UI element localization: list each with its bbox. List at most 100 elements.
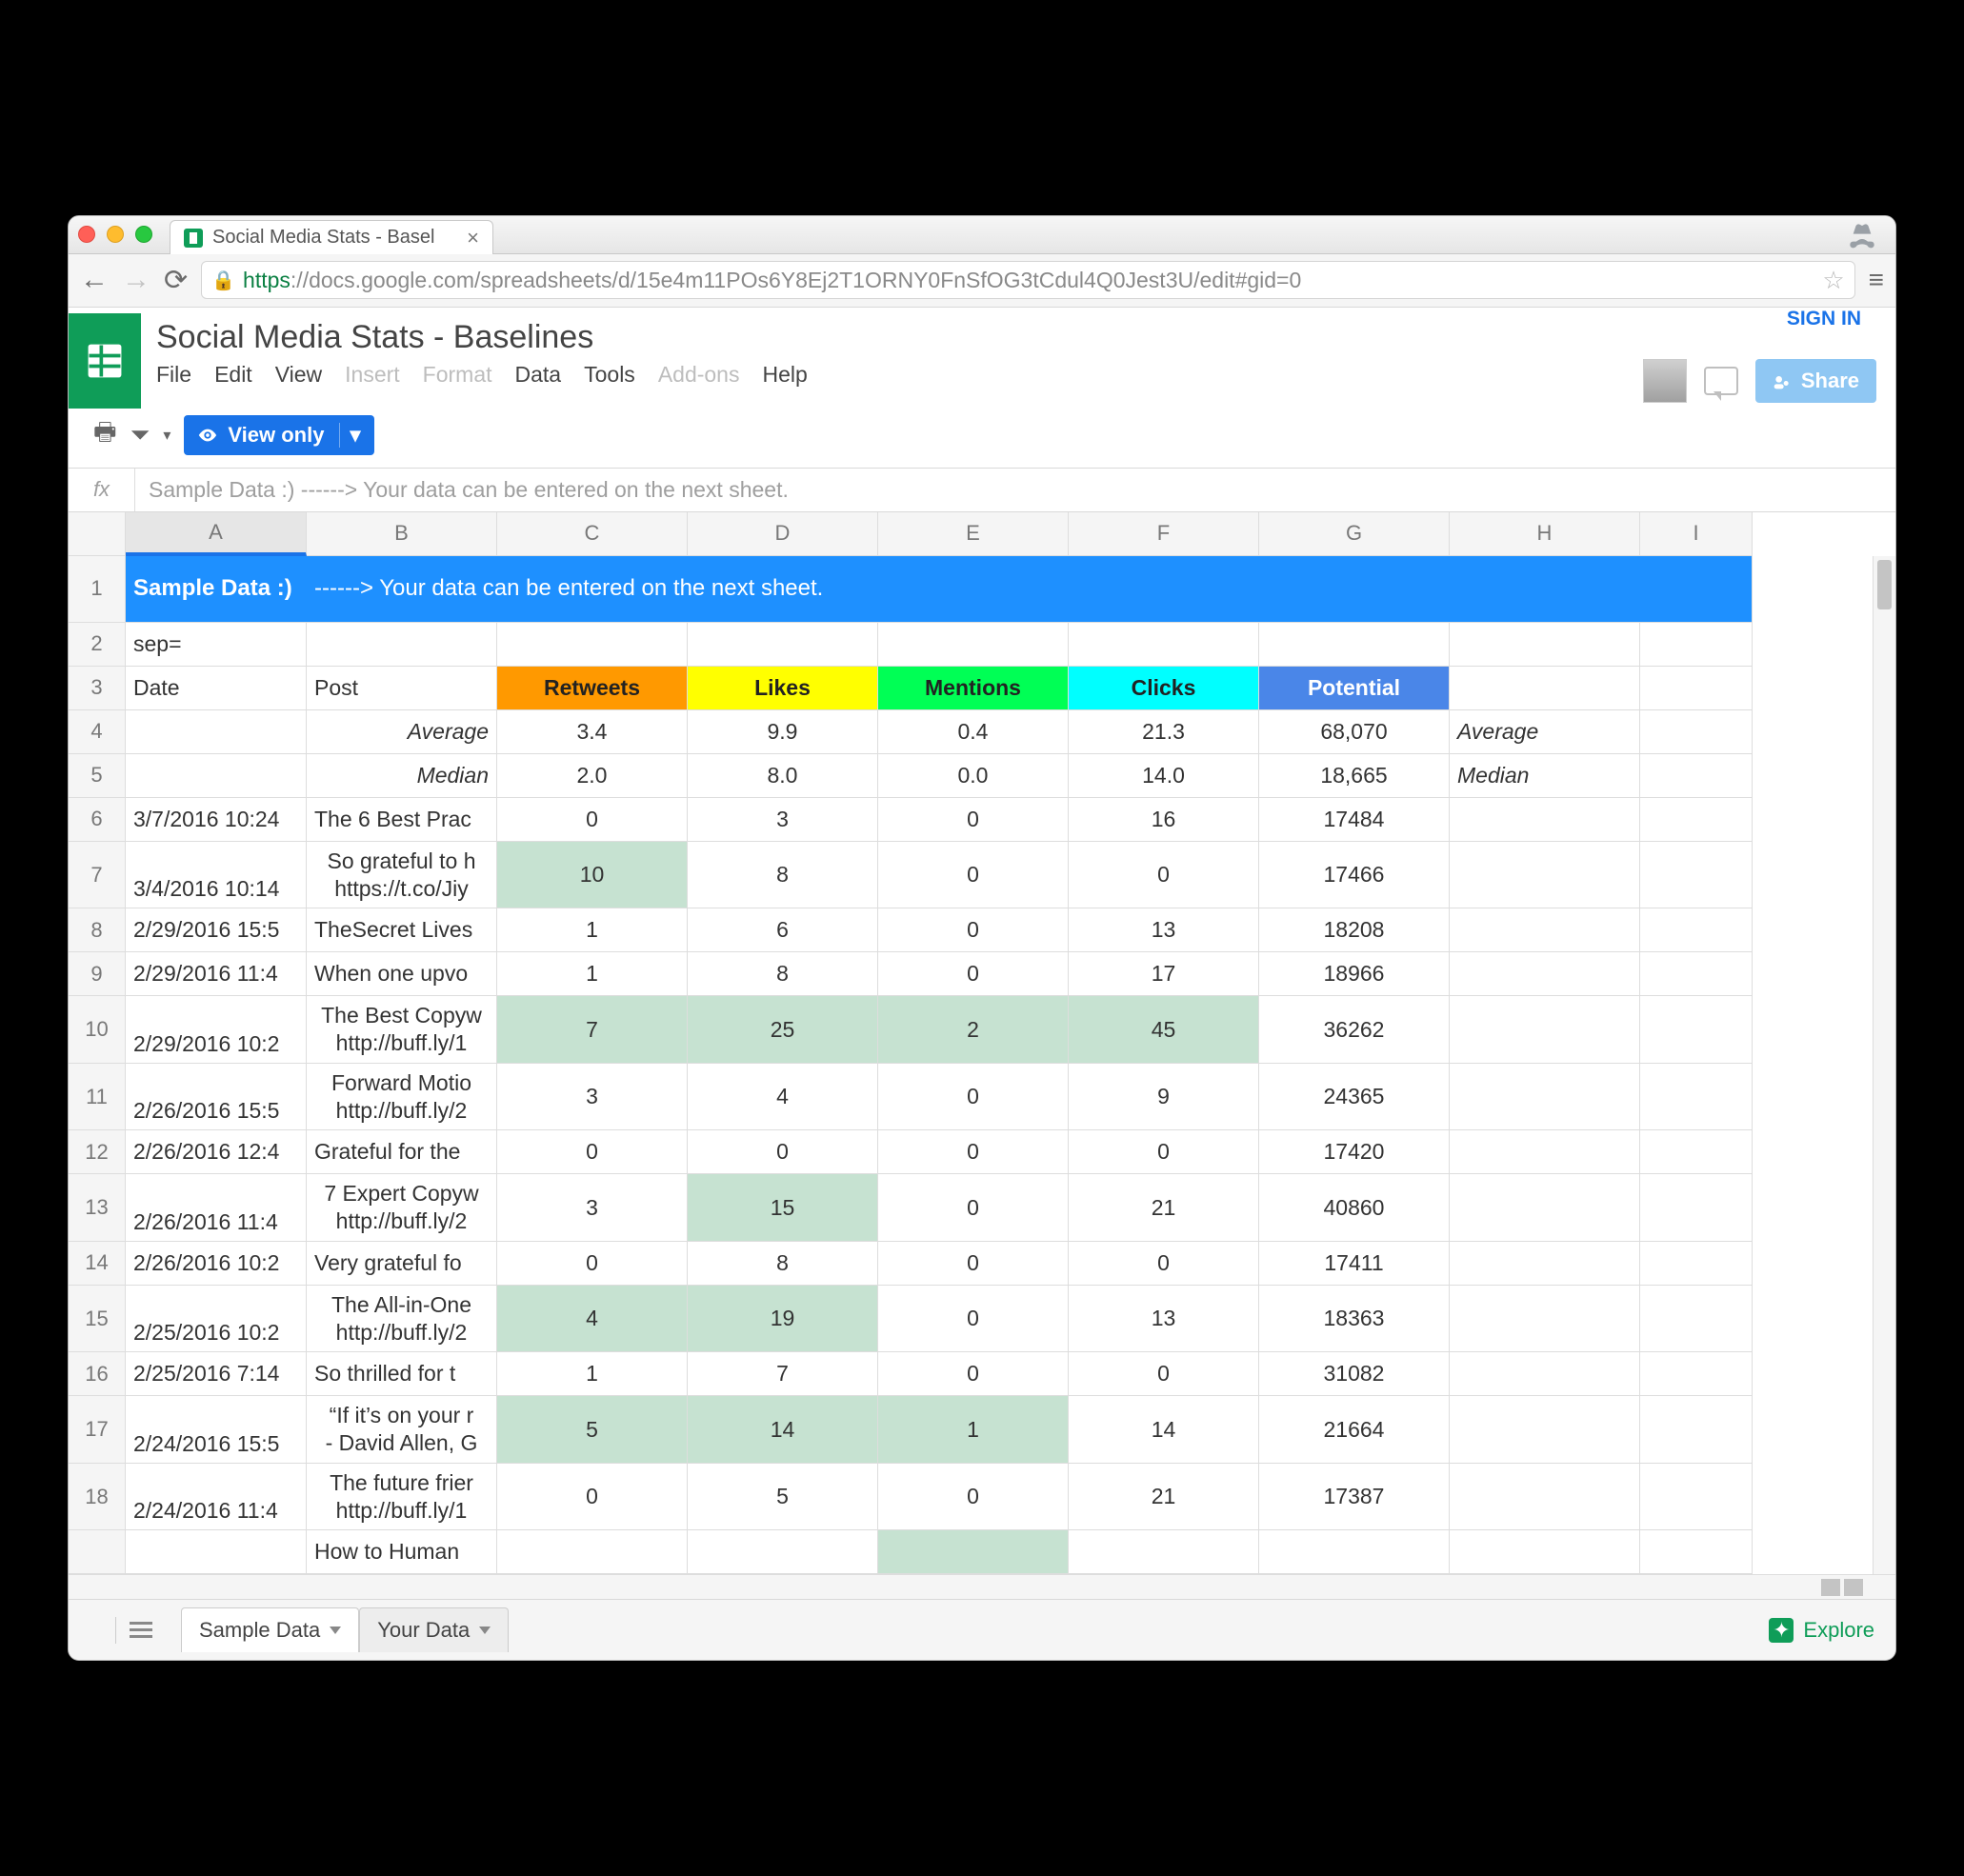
- cell[interactable]: [1450, 1174, 1640, 1242]
- sheet-tab-sample-data[interactable]: Sample Data: [181, 1607, 359, 1652]
- cell[interactable]: [126, 754, 307, 798]
- add-sheet-button[interactable]: [90, 1617, 116, 1644]
- spreadsheet-grid[interactable]: ABCDEFGHI1Sample Data :)------> Your dat…: [69, 512, 1895, 1575]
- share-button[interactable]: Share: [1755, 359, 1876, 403]
- cell[interactable]: 0: [878, 1174, 1069, 1242]
- cell[interactable]: Clicks: [1069, 667, 1259, 710]
- cell[interactable]: 2/24/2016 15:5: [126, 1396, 307, 1464]
- cell[interactable]: 10: [69, 996, 126, 1064]
- cell[interactable]: Median: [1450, 754, 1640, 798]
- cell[interactable]: [1450, 623, 1640, 667]
- cell[interactable]: 18363: [1259, 1286, 1450, 1353]
- back-icon[interactable]: ←: [80, 264, 109, 296]
- cell[interactable]: 3: [497, 1174, 688, 1242]
- all-sheets-icon[interactable]: [130, 1622, 152, 1638]
- cell[interactable]: [497, 623, 688, 667]
- cell[interactable]: 0.4: [878, 710, 1069, 754]
- filter-dropdown-icon[interactable]: ▾: [163, 426, 170, 445]
- cell[interactable]: 2/24/2016 11:4: [126, 1464, 307, 1531]
- url-bar[interactable]: 🔒 https://docs.google.com/spreadsheets/d…: [201, 261, 1855, 299]
- explore-button[interactable]: ✦ Explore: [1769, 1618, 1874, 1643]
- cell[interactable]: 11: [69, 1064, 126, 1131]
- cell[interactable]: [1640, 623, 1753, 667]
- cell[interactable]: 3/4/2016 10:14: [126, 842, 307, 909]
- cell[interactable]: Post: [307, 667, 497, 710]
- cell[interactable]: 6: [688, 908, 878, 952]
- cell[interactable]: 1: [497, 1352, 688, 1396]
- cell[interactable]: 14: [1069, 1396, 1259, 1464]
- cell[interactable]: 7 Expert Copywhttp://buff.ly/2: [307, 1174, 497, 1242]
- cell[interactable]: 6: [69, 798, 126, 842]
- cell[interactable]: [1450, 1286, 1640, 1353]
- cell[interactable]: 0: [878, 842, 1069, 909]
- view-only-button[interactable]: View only ▾: [184, 415, 373, 455]
- cell[interactable]: 21664: [1259, 1396, 1450, 1464]
- cell[interactable]: 0: [497, 1130, 688, 1174]
- cell[interactable]: ------> Your data can be entered on the …: [307, 556, 1753, 623]
- cell[interactable]: [1450, 1242, 1640, 1286]
- maximize-window[interactable]: [135, 226, 152, 243]
- cell[interactable]: 14: [688, 1396, 878, 1464]
- cell[interactable]: When one upvo: [307, 952, 497, 996]
- cell[interactable]: [1640, 842, 1753, 909]
- menu-data[interactable]: Data: [515, 362, 562, 388]
- cell[interactable]: 17484: [1259, 798, 1450, 842]
- reload-icon[interactable]: ⟳: [164, 264, 188, 297]
- cell[interactable]: [1450, 842, 1640, 909]
- horizontal-scrollbar[interactable]: [69, 1574, 1895, 1599]
- menu-edit[interactable]: Edit: [214, 362, 252, 388]
- menu-file[interactable]: File: [156, 362, 191, 388]
- scroll-left-icon[interactable]: [1821, 1579, 1840, 1596]
- cell[interactable]: 3: [497, 1064, 688, 1131]
- cell[interactable]: 2/29/2016 11:4: [126, 952, 307, 996]
- column-header-C[interactable]: C: [497, 512, 688, 556]
- cell[interactable]: 2/26/2016 10:2: [126, 1242, 307, 1286]
- cell[interactable]: 1: [497, 952, 688, 996]
- menu-view[interactable]: View: [275, 362, 322, 388]
- cell[interactable]: [1450, 952, 1640, 996]
- cell[interactable]: 0: [878, 1130, 1069, 1174]
- cell[interactable]: 8: [688, 1242, 878, 1286]
- cell[interactable]: 0: [1069, 1130, 1259, 1174]
- cell[interactable]: 14: [69, 1242, 126, 1286]
- cell[interactable]: 36262: [1259, 996, 1450, 1064]
- cell[interactable]: 8: [688, 952, 878, 996]
- cell[interactable]: [1640, 754, 1753, 798]
- cell[interactable]: 0: [1069, 842, 1259, 909]
- cell[interactable]: [1069, 1530, 1259, 1574]
- column-header-F[interactable]: F: [1069, 512, 1259, 556]
- cell[interactable]: 17466: [1259, 842, 1450, 909]
- cell[interactable]: 2: [878, 996, 1069, 1064]
- cell[interactable]: 0: [1069, 1352, 1259, 1396]
- cell[interactable]: 0: [878, 798, 1069, 842]
- cell[interactable]: How to Human: [307, 1530, 497, 1574]
- cell[interactable]: 17: [69, 1396, 126, 1464]
- cell[interactable]: [1640, 1286, 1753, 1353]
- cell[interactable]: Potential: [1259, 667, 1450, 710]
- cell[interactable]: [878, 1530, 1069, 1574]
- vertical-scrollbar[interactable]: [1873, 556, 1895, 1575]
- cell[interactable]: 18: [69, 1464, 126, 1531]
- cell[interactable]: [1450, 798, 1640, 842]
- menu-tools[interactable]: Tools: [584, 362, 635, 388]
- cell[interactable]: [1640, 1464, 1753, 1531]
- cell[interactable]: So grateful to hhttps://t.co/Jiy: [307, 842, 497, 909]
- cell[interactable]: 9: [69, 952, 126, 996]
- cell[interactable]: 45: [1069, 996, 1259, 1064]
- cell[interactable]: [1450, 1396, 1640, 1464]
- cell[interactable]: [1450, 667, 1640, 710]
- column-header-I[interactable]: I: [1640, 512, 1753, 556]
- cell[interactable]: 13: [69, 1174, 126, 1242]
- cell[interactable]: 2.0: [497, 754, 688, 798]
- fx-value[interactable]: Sample Data :) ------> Your data can be …: [135, 477, 1895, 503]
- cell[interactable]: 31082: [1259, 1352, 1450, 1396]
- cell[interactable]: 68,070: [1259, 710, 1450, 754]
- cell[interactable]: [1640, 1130, 1753, 1174]
- cell[interactable]: 17: [1069, 952, 1259, 996]
- column-header-B[interactable]: B: [307, 512, 497, 556]
- cell[interactable]: 19: [688, 1286, 878, 1353]
- sign-in-link[interactable]: SIGN IN: [1787, 308, 1861, 330]
- cell[interactable]: [69, 1530, 126, 1574]
- cell[interactable]: 0: [497, 1242, 688, 1286]
- cell[interactable]: [688, 1530, 878, 1574]
